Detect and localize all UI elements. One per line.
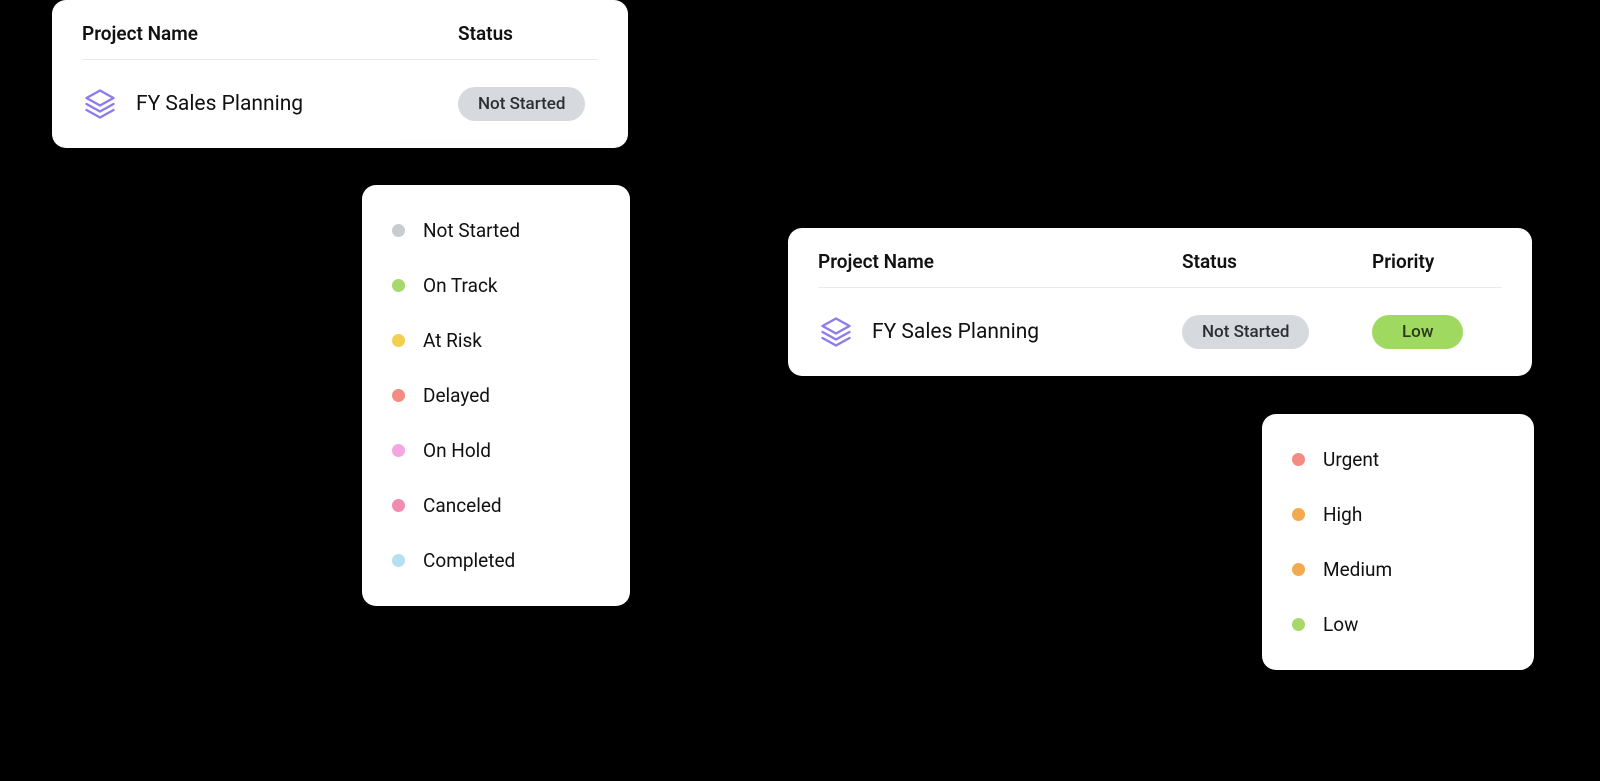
priority-badge[interactable]: Low [1372, 315, 1463, 349]
priority-cell[interactable]: Low [1372, 315, 1502, 349]
status-dot-icon [392, 224, 405, 237]
status-option-label: Canceled [423, 494, 502, 517]
status-option-at-risk[interactable]: At Risk [362, 313, 630, 368]
table-header: Project Name Status [82, 22, 598, 60]
layers-icon [82, 86, 118, 122]
col-header-name: Project Name [818, 250, 1182, 273]
status-badge[interactable]: Not Started [458, 87, 585, 121]
priority-option-low[interactable]: Low [1262, 597, 1534, 652]
status-cell[interactable]: Not Started [1182, 315, 1372, 349]
priority-dropdown[interactable]: Urgent High Medium Low [1262, 414, 1534, 670]
layers-icon [818, 314, 854, 350]
priority-dot-icon [1292, 508, 1305, 521]
project-name-label: FY Sales Planning [136, 92, 303, 116]
status-option-completed[interactable]: Completed [362, 533, 630, 588]
project-name-cell: FY Sales Planning [818, 314, 1182, 350]
status-option-on-hold[interactable]: On Hold [362, 423, 630, 478]
priority-dot-icon [1292, 563, 1305, 576]
priority-option-urgent[interactable]: Urgent [1262, 432, 1534, 487]
status-option-on-track[interactable]: On Track [362, 258, 630, 313]
status-option-label: Not Started [423, 219, 520, 242]
project-card-priority: Project Name Status Priority FY Sales Pl… [788, 228, 1532, 376]
priority-dot-icon [1292, 618, 1305, 631]
status-badge[interactable]: Not Started [1182, 315, 1309, 349]
priority-option-label: Medium [1323, 558, 1392, 581]
table-row[interactable]: FY Sales Planning Not Started Low [818, 314, 1502, 350]
col-header-name: Project Name [82, 22, 458, 45]
project-name-label: FY Sales Planning [872, 320, 1039, 344]
status-dot-icon [392, 334, 405, 347]
col-header-status: Status [1182, 250, 1372, 273]
priority-dot-icon [1292, 453, 1305, 466]
col-header-priority: Priority [1372, 250, 1502, 273]
status-option-canceled[interactable]: Canceled [362, 478, 630, 533]
table-row[interactable]: FY Sales Planning Not Started [82, 86, 598, 122]
status-dot-icon [392, 499, 405, 512]
priority-option-label: Low [1323, 613, 1358, 636]
table-header: Project Name Status Priority [818, 250, 1502, 288]
col-header-status: Status [458, 22, 598, 45]
project-card-status: Project Name Status FY Sales Planning No… [52, 0, 628, 148]
priority-option-label: High [1323, 503, 1362, 526]
status-dropdown[interactable]: Not Started On Track At Risk Delayed On … [362, 185, 630, 606]
status-dot-icon [392, 444, 405, 457]
status-option-label: At Risk [423, 329, 482, 352]
status-dot-icon [392, 389, 405, 402]
priority-option-medium[interactable]: Medium [1262, 542, 1534, 597]
status-option-delayed[interactable]: Delayed [362, 368, 630, 423]
status-cell[interactable]: Not Started [458, 87, 598, 121]
status-option-label: Completed [423, 549, 515, 572]
status-dot-icon [392, 279, 405, 292]
priority-option-label: Urgent [1323, 448, 1379, 471]
status-option-label: On Track [423, 274, 498, 297]
status-option-not-started[interactable]: Not Started [362, 203, 630, 258]
status-option-label: On Hold [423, 439, 491, 462]
status-option-label: Delayed [423, 384, 490, 407]
priority-option-high[interactable]: High [1262, 487, 1534, 542]
status-dot-icon [392, 554, 405, 567]
project-name-cell: FY Sales Planning [82, 86, 458, 122]
